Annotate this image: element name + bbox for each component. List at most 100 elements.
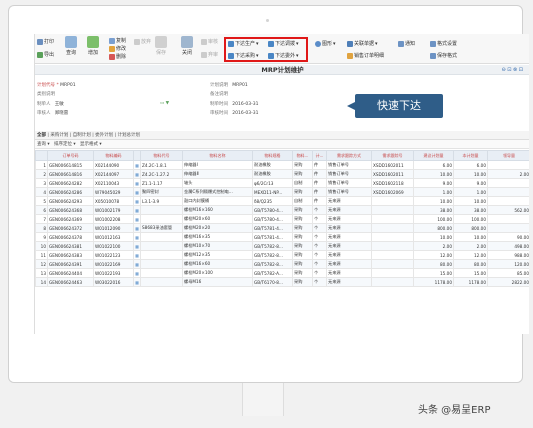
table-cell[interactable]: 件 <box>312 160 327 170</box>
table-cell[interactable]: X02144097 <box>93 169 134 179</box>
table-cell[interactable]: 螺栓M12×35 <box>182 250 253 260</box>
table-cell[interactable]: 80.00 <box>413 259 454 269</box>
export-button[interactable]: 导出 <box>37 51 54 58</box>
table-cell[interactable]: 38.00 <box>413 205 454 215</box>
table-cell[interactable] <box>371 268 414 278</box>
table-cell[interactable]: 轴头 <box>182 178 253 188</box>
table-cell[interactable]: XSDD1602011 <box>371 169 414 179</box>
table-cell[interactable]: GEN006624381 <box>47 241 94 251</box>
table-cell[interactable]: 800.00 <box>453 223 488 233</box>
table-cell[interactable] <box>371 214 414 224</box>
table-cell[interactable]: 7 <box>35 214 48 224</box>
table-cell[interactable]: 6 <box>35 205 48 215</box>
table-cell[interactable]: 80.00 <box>453 259 488 269</box>
table-cell[interactable] <box>487 214 529 224</box>
table-cell[interactable] <box>487 178 529 188</box>
table-cell[interactable]: 销售订单号 <box>326 160 372 170</box>
table-row[interactable]: 12 GEN006624391 W01022169 ▦ 螺栓M16×60 GB/T5782… <box>35 259 529 269</box>
table-cell[interactable]: GEN006624463 <box>47 277 94 287</box>
table-cell[interactable]: 1.00 <box>453 187 488 197</box>
table-cell[interactable]: 无来源 <box>326 250 372 260</box>
table-cell[interactable] <box>371 196 414 206</box>
save-format-button[interactable]: 保存格式 <box>430 52 457 59</box>
table-cell[interactable]: W79045029 <box>93 187 134 197</box>
table-row[interactable]: 9 GEN006624378 W01012163 ▦ 螺栓M16×35 GB/T5781-… <box>35 232 529 242</box>
table-cell[interactable]: 采购 <box>292 205 313 215</box>
table-cell[interactable]: 10.00 <box>413 232 454 242</box>
close-button[interactable]: 关闭 <box>181 36 193 56</box>
table-cell[interactable]: 采购 <box>292 259 313 269</box>
table-cell[interactable]: 个 <box>312 268 327 278</box>
table-row[interactable]: 7 GEN006624369 W01002208 ▦ 螺栓M20×60 GB/T5780-… <box>35 214 529 224</box>
table-cell[interactable]: 个 <box>312 223 327 233</box>
table-cell[interactable]: 5 <box>35 196 48 206</box>
table-row[interactable]: 3 GEN006624282 X02110043 ▦ Z1.1-1.17 轴头 φ6/2Cr… <box>35 178 529 188</box>
table-cell[interactable]: 10.00 <box>413 196 454 206</box>
table-cell[interactable]: 销售订单号 <box>326 187 372 197</box>
table-cell[interactable]: 个 <box>312 241 327 251</box>
table-cell[interactable]: 15.00 <box>413 268 454 278</box>
table-cell[interactable]: 采购 <box>292 160 313 170</box>
table-cell[interactable]: 伸缩器Ⅱ <box>182 169 253 179</box>
table-cell[interactable]: Z4.2C-1.8.1 <box>140 160 183 170</box>
table-cell[interactable]: 9.00 <box>453 178 488 188</box>
table-cell[interactable]: XSDD1602011 <box>371 160 414 170</box>
audit-button[interactable]: 审核 <box>201 38 218 45</box>
table-row[interactable]: 8 GEN006624372 W01012090 ▦ S8683采油套管 螺栓M20×20… <box>35 223 529 233</box>
table-cell[interactable]: GEN006624404 <box>47 268 94 278</box>
table-cell[interactable]: ▦ <box>133 268 141 278</box>
tab-plan-total[interactable]: 计划总计划 <box>118 133 141 138</box>
table-cell[interactable]: 562.00 <box>487 205 529 215</box>
table-cell[interactable]: GB/T5781-4... <box>252 232 293 242</box>
table-cell[interactable] <box>140 268 183 278</box>
table-cell[interactable]: 件 <box>312 196 327 206</box>
table-cell[interactable]: 85.00 <box>487 268 529 278</box>
table-cell[interactable]: 120.00 <box>487 259 529 269</box>
table-cell[interactable]: 自制 <box>292 196 313 206</box>
sales-order-detail-button[interactable]: 销售订单明细 <box>347 52 384 59</box>
table-cell[interactable]: 498.00 <box>487 241 529 251</box>
table-cell[interactable]: GB/T5781-4... <box>252 223 293 233</box>
table-cell[interactable]: W01022169 <box>93 259 134 269</box>
table-cell[interactable]: 800.00 <box>413 223 454 233</box>
table-cell[interactable]: GEN006624383 <box>47 250 94 260</box>
column-header[interactable]: 需求跟踪方式 <box>326 150 372 161</box>
table-cell[interactable]: 采购 <box>292 214 313 224</box>
table-cell[interactable]: X02110043 <box>93 178 134 188</box>
table-cell[interactable] <box>371 259 414 269</box>
table-cell[interactable]: ▦ <box>133 169 141 179</box>
table-cell[interactable]: ▦ <box>133 205 141 215</box>
add-button[interactable]: 增加 <box>87 36 99 56</box>
table-cell[interactable]: 2822.00 <box>487 277 529 287</box>
table-cell[interactable]: 100.00 <box>453 214 488 224</box>
table-cell[interactable]: W01012090 <box>93 223 134 233</box>
grid-sort-button[interactable]: 排序定位 ▾ <box>54 142 76 147</box>
table-cell[interactable]: 采购 <box>292 268 313 278</box>
table-cell[interactable]: 2 <box>35 169 48 179</box>
column-header[interactable]: 领导量 <box>487 150 529 161</box>
table-cell[interactable]: XSDD1602069 <box>371 187 414 197</box>
table-cell[interactable]: W01022123 <box>93 250 134 260</box>
table-cell[interactable] <box>140 241 183 251</box>
grid-query-button[interactable]: 查询 ▾ <box>37 142 50 147</box>
table-cell[interactable] <box>140 259 183 269</box>
table-cell[interactable] <box>140 232 183 242</box>
column-header[interactable] <box>35 150 48 161</box>
copy-button[interactable]: 复制 <box>109 37 126 44</box>
table-cell[interactable]: GEN006614815 <box>47 160 94 170</box>
table-cell[interactable]: 无来源 <box>326 214 372 224</box>
table-cell[interactable]: 9.00 <box>413 178 454 188</box>
grid-display-button[interactable]: 显示格式 ▾ <box>80 142 102 147</box>
table-cell[interactable]: GB/T5782-8... <box>252 250 293 260</box>
format-settings-button[interactable]: 格式设置 <box>430 40 457 47</box>
table-cell[interactable]: 个 <box>312 259 327 269</box>
table-cell[interactable]: 无来源 <box>326 241 372 251</box>
table-cell[interactable]: ▦ <box>133 277 141 287</box>
column-header[interactable]: 物料代号 <box>140 150 183 161</box>
table-cell[interactable]: 鼓口内封膜桶 <box>182 196 253 206</box>
table-cell[interactable]: ▦ <box>133 160 141 170</box>
table-cell[interactable]: 螺栓M20×100 <box>182 268 253 278</box>
table-row[interactable]: 1 GEN006614815 X02144090 ▦ Z4.2C-1.8.1 伸缩器Ⅰ 耐油… <box>35 160 529 170</box>
table-cell[interactable]: GEN006624293 <box>47 196 94 206</box>
column-header[interactable]: 物料名称 <box>182 150 253 161</box>
